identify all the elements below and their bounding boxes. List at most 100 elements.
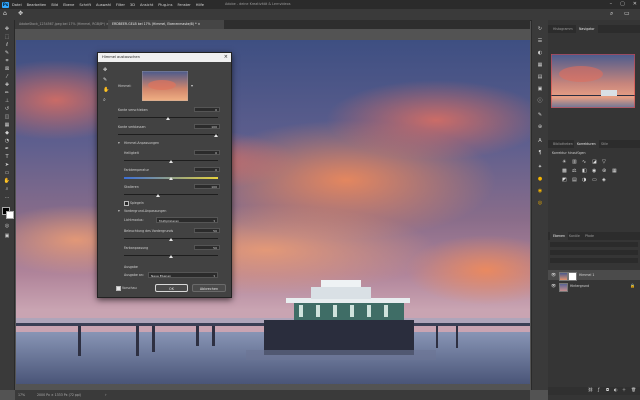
edge-shift-field[interactable]: 0 [194, 107, 220, 112]
type-tool-icon[interactable]: T [3, 154, 11, 160]
eraser-tool-icon[interactable]: ◫ [3, 114, 11, 120]
zoom-tool-icon[interactable]: ⌕ [103, 97, 106, 103]
tab-styles[interactable]: Stile [598, 140, 611, 148]
tab-libraries[interactable]: Bibliotheken [550, 140, 576, 148]
sky-preset-thumbnail[interactable] [142, 71, 188, 101]
link-layers-icon[interactable]: ⛓ [588, 387, 593, 392]
fade-edge-slider[interactable] [118, 134, 218, 135]
discover-icon[interactable]: ◎ [536, 200, 544, 207]
tab-histogram[interactable]: Histogramm [550, 25, 576, 33]
new-layer-icon[interactable]: ＋ [622, 387, 626, 393]
edge-shift-slider-thumb[interactable] [166, 117, 170, 120]
tab-document-2[interactable]: ERDBEER-GELB bei 17% (Himmel, Ebenenmask… [108, 20, 224, 29]
move-tool-option-icon[interactable]: ✥ [18, 10, 23, 17]
preview-checkbox[interactable] [116, 286, 121, 291]
status-arrow-icon[interactable]: › [105, 392, 107, 397]
pen-tool-icon[interactable]: ✒ [3, 146, 11, 152]
levels-icon[interactable]: ▥ [572, 159, 577, 165]
temperature-field[interactable]: 0 [194, 167, 220, 172]
hue-saturation-icon[interactable]: ▩ [562, 168, 567, 174]
photo-filter-icon[interactable]: ◉ [592, 168, 596, 174]
workspace-icon[interactable]: ▭ [624, 10, 630, 17]
foreground-lighting-field[interactable]: 50 [194, 228, 220, 233]
menu-ansicht[interactable]: Ansicht [140, 3, 153, 7]
sky-adjust-chevron-icon[interactable]: ▾ [118, 141, 120, 145]
scale-slider[interactable] [124, 194, 218, 195]
tab-corrections[interactable]: Korrekturen [574, 140, 599, 148]
new-adjustment-icon[interactable]: ◐ [614, 387, 618, 392]
ok-button[interactable]: OK [155, 284, 188, 292]
shape-tool-icon[interactable]: ▭ [3, 170, 11, 176]
invert-icon[interactable]: ◩ [562, 177, 567, 183]
fx-icon[interactable]: ƒ [598, 387, 599, 392]
close-window-icon[interactable]: ✕ [633, 1, 637, 7]
exposure-icon[interactable]: ◪ [592, 159, 597, 165]
cancel-button[interactable]: Abbrechen [192, 284, 226, 292]
blur-tool-icon[interactable]: ◆ [3, 130, 11, 136]
zoom-tool-icon[interactable]: ⌕ [3, 186, 11, 192]
brush-tool-icon[interactable]: ✏ [3, 90, 11, 96]
move-sky-tool-icon[interactable]: ✥ [103, 67, 107, 73]
eyedropper-tool-icon[interactable]: ⁄ [3, 74, 11, 80]
home-icon[interactable]: ⌂ [3, 10, 7, 17]
swatches-icon[interactable]: ▦ [536, 62, 544, 69]
layer-filter-bar[interactable] [550, 242, 638, 247]
clone-source-icon[interactable]: ⊕ [536, 124, 544, 131]
lasso-tool-icon[interactable]: ℓ [3, 42, 11, 48]
brightness-field[interactable]: 0 [194, 150, 220, 155]
layer-row-sky[interactable]: 👁 Himmel 1 [548, 270, 640, 281]
tab-paths[interactable]: Pfade [582, 232, 597, 240]
minimize-icon[interactable]: – [610, 1, 613, 7]
curves-icon[interactable]: ∿ [582, 159, 586, 165]
hand-tool-icon[interactable]: ✋ [103, 87, 109, 93]
stamp-tool-icon[interactable]: ⊥ [3, 98, 11, 104]
zoom-level[interactable]: 17% [18, 393, 25, 397]
move-tool-icon[interactable]: ✥ [3, 26, 11, 32]
tab-document-1[interactable]: AdobeStock_1234567.jpeg bei 17% (Himmel,… [15, 20, 111, 29]
black-white-icon[interactable]: ◧ [582, 168, 587, 174]
vibrance-icon[interactable]: ▽ [602, 159, 606, 165]
healing-brush-icon[interactable]: ✚ [3, 82, 11, 88]
sky-brush-tool-icon[interactable]: ✎ [103, 77, 107, 83]
color-balance-icon[interactable]: ⚖ [572, 168, 576, 174]
blend-mode-bar[interactable] [550, 250, 638, 255]
menu-hilfe[interactable]: Hilfe [196, 3, 204, 7]
frame-tool-icon[interactable]: ⊠ [3, 66, 11, 72]
menu-auswahl[interactable]: Auswahl [96, 3, 111, 7]
history-icon[interactable]: ↻ [536, 26, 544, 33]
crop-tool-icon[interactable]: ⌗ [3, 58, 11, 64]
menu-filter[interactable]: Filter [116, 3, 125, 7]
glyphs-icon[interactable]: ✦ [536, 164, 544, 171]
maximize-icon[interactable]: ▢ [620, 1, 625, 7]
background-color-swatch[interactable] [6, 211, 14, 219]
gradients-icon[interactable]: ▤ [536, 74, 544, 81]
scale-field[interactable]: 100 [194, 184, 220, 189]
temperature-slider-thumb[interactable] [169, 177, 173, 180]
menu-schrift[interactable]: Schrift [79, 3, 91, 7]
screen-mode-icon[interactable]: ▣ [3, 233, 11, 239]
gradient-tool-icon[interactable]: ▦ [3, 122, 11, 128]
gradient-map-icon[interactable]: ▭ [592, 177, 597, 183]
path-select-tool-icon[interactable]: ➤ [3, 162, 11, 168]
posterize-icon[interactable]: ▤ [572, 177, 577, 183]
brightness-slider-thumb[interactable] [169, 160, 173, 163]
visibility-eye-icon[interactable]: 👁 [551, 281, 556, 291]
document-canvas[interactable] [16, 40, 530, 384]
color-lookup-icon[interactable]: ▦ [612, 168, 617, 174]
quick-select-tool-icon[interactable]: ✎ [3, 50, 11, 56]
output-to-dropdown[interactable]: Neue Ebenen ▾ [148, 272, 218, 278]
quick-mask-icon[interactable]: ◎ [3, 223, 11, 229]
dodge-tool-icon[interactable]: ◔ [3, 138, 11, 144]
foreground-lighting-slider-thumb[interactable] [169, 238, 173, 241]
navigator-thumbnail[interactable] [551, 54, 635, 108]
dialog-close-icon[interactable]: × [224, 53, 228, 62]
scale-slider-thumb[interactable] [156, 194, 160, 197]
tab-navigator[interactable]: Navigator [576, 25, 598, 33]
menu-fenster[interactable]: Fenster [177, 3, 190, 7]
search-icon[interactable]: ⌕ [610, 10, 613, 18]
fade-edge-field[interactable]: 100 [194, 124, 220, 129]
info-icon[interactable]: ⓘ [536, 98, 544, 105]
color-adjust-slider-thumb[interactable] [169, 255, 173, 258]
channel-mixer-icon[interactable]: ⊛ [602, 168, 606, 174]
lock-options-bar[interactable] [550, 258, 638, 263]
